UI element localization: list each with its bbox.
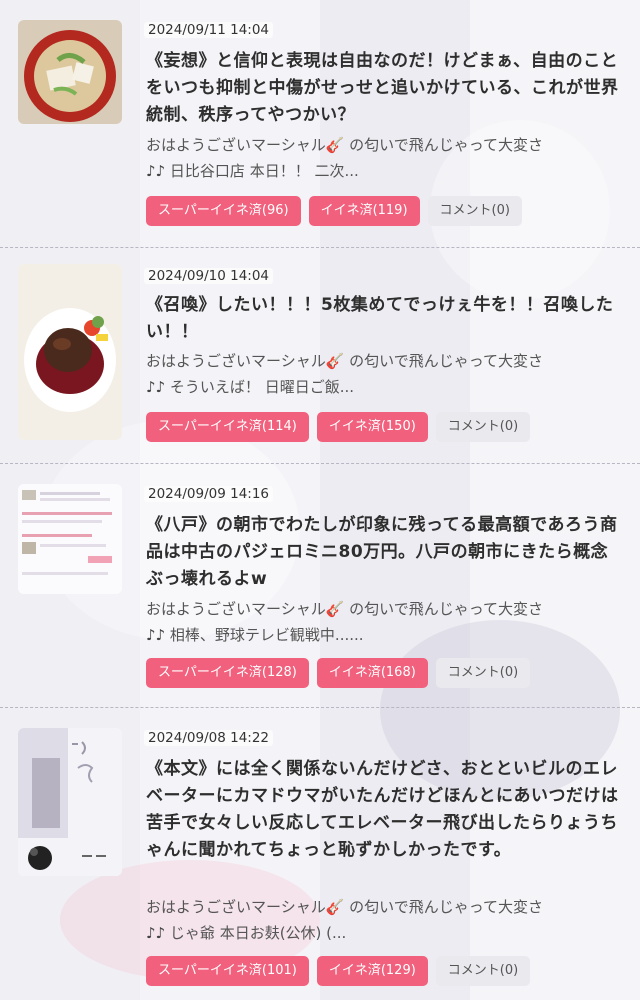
post-thumbnail[interactable] (18, 264, 122, 440)
post-title[interactable]: 《妄想》と信仰と表現は自由なのだ！けどまぁ、自由のことをいつも抑制と中傷がせっせ… (146, 48, 624, 129)
snippet-prefix: おはようございマーシャル (146, 352, 326, 370)
snippet-tail: 相棒、野球テレビ観戦中...... (165, 626, 364, 644)
post-actions: スーパーイイネ済(114) イイネ済(150) コメント(0) (146, 412, 531, 442)
blog-post[interactable]: 2024/09/09 14:16 《八戸》の朝市でわたしが印象に残ってる最高額で… (0, 464, 640, 708)
comment-button[interactable]: コメント(0) (435, 412, 531, 442)
post-actions: スーパーイイネ済(101) イイネ済(129) コメント(0) (146, 956, 531, 986)
comment-button[interactable]: コメント(0) (435, 956, 531, 986)
post-date: 2024/09/08 14:22 (144, 730, 274, 746)
blog-post[interactable]: 2024/09/08 14:22 《本文》には全く関係ないんだけどさ、おとといビ… (0, 708, 640, 1000)
snippet-suffix: の匂いで飛んじゃって大変さ (344, 898, 543, 916)
super-like-button[interactable]: スーパーイイネ済(114) (146, 412, 309, 442)
post-title[interactable]: 《八戸》の朝市でわたしが印象に残ってる最高額であろう商品は中古のパジェロミニ80… (146, 512, 624, 593)
post-actions: スーパーイイネ済(96) イイネ済(119) コメント(0) (146, 196, 522, 226)
snippet-suffix: の匂いで飛んじゃって大変さ (344, 352, 543, 370)
post-date: 2024/09/09 14:16 (144, 486, 274, 502)
like-button[interactable]: イイネ済(168) (316, 658, 428, 688)
blog-post[interactable]: 2024/09/10 14:04 《召喚》したい！！！5枚集めてでっけぇ牛を！！… (0, 248, 640, 464)
music-notes-icon: ♪♪ (146, 626, 166, 644)
post-snippet: おはようございマーシャル🎸 の匂いで飛んじゃって大変さ ♪♪ そういえば！ 日曜… (146, 348, 624, 400)
post-snippet: おはようございマーシャル🎸 の匂いで飛んじゃって大変さ ♪♪ じゃ爺 本日お麸(… (146, 894, 624, 946)
guitar-icon: 🎸 (325, 352, 345, 370)
guitar-icon: 🎸 (325, 898, 345, 916)
post-date: 2024/09/10 14:04 (144, 268, 274, 284)
guitar-icon: 🎸 (325, 600, 345, 618)
snippet-tail: 日比谷口店 本日！！ 二次... (165, 162, 359, 180)
like-button[interactable]: イイネ済(119) (308, 196, 420, 226)
music-notes-icon: ♪♪ (146, 924, 166, 942)
blog-post[interactable]: 2024/09/11 14:04 《妄想》と信仰と表現は自由なのだ！けどまぁ、自… (0, 0, 640, 248)
snippet-prefix: おはようございマーシャル (146, 600, 326, 618)
like-button[interactable]: イイネ済(150) (316, 412, 428, 442)
guitar-icon: 🎸 (325, 136, 345, 154)
super-like-button[interactable]: スーパーイイネ済(128) (146, 658, 309, 688)
like-button[interactable]: イイネ済(129) (316, 956, 428, 986)
blog-feed: 2024/09/11 14:04 《妄想》と信仰と表現は自由なのだ！けどまぁ、自… (0, 0, 640, 1000)
steak-image (18, 264, 122, 440)
snippet-prefix: おはようございマーシャル (146, 898, 326, 916)
post-thumbnail[interactable] (18, 728, 122, 876)
snippet-tail: そういえば！ 日曜日ご飯... (165, 378, 354, 396)
snippet-prefix: おはようございマーシャル (146, 136, 326, 154)
post-thumbnail[interactable] (18, 20, 122, 124)
post-actions: スーパーイイネ済(128) イイネ済(168) コメント(0) (146, 658, 531, 688)
snippet-tail: じゃ爺 本日お麸(公休) (... (165, 924, 347, 942)
screenshot-image (18, 484, 122, 594)
comment-button[interactable]: コメント(0) (435, 658, 531, 688)
post-thumbnail[interactable] (18, 484, 122, 594)
miso-soup-image (18, 20, 122, 124)
post-title[interactable]: 《本文》には全く関係ないんだけどさ、おとといビルのエレベーターにカマドウマがいた… (146, 756, 624, 864)
comment-button[interactable]: コメント(0) (427, 196, 522, 226)
snippet-suffix: の匂いで飛んじゃって大変さ (344, 136, 543, 154)
post-date: 2024/09/11 14:04 (144, 22, 274, 38)
post-snippet: おはようございマーシャル🎸 の匂いで飛んじゃって大変さ ♪♪ 相棒、野球テレビ観… (146, 596, 624, 648)
super-like-button[interactable]: スーパーイイネ済(96) (146, 196, 301, 226)
music-notes-icon: ♪♪ (146, 162, 166, 180)
shirt-poster-image (18, 728, 122, 876)
post-title[interactable]: 《召喚》したい！！！5枚集めてでっけぇ牛を！！召喚したい！！ (146, 292, 624, 346)
snippet-suffix: の匂いで飛んじゃって大変さ (344, 600, 543, 618)
music-notes-icon: ♪♪ (146, 378, 166, 396)
super-like-button[interactable]: スーパーイイネ済(101) (146, 956, 309, 986)
post-snippet: おはようございマーシャル🎸 の匂いで飛んじゃって大変さ ♪♪ 日比谷口店 本日！… (146, 132, 624, 184)
